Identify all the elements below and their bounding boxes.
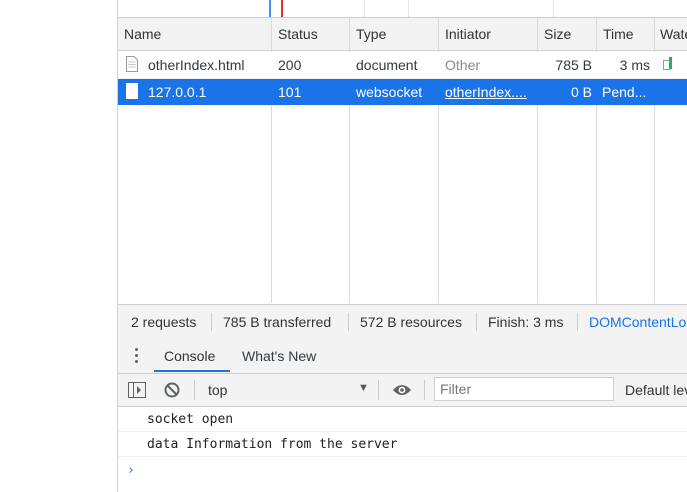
- timeline-overview[interactable]: [118, 0, 687, 18]
- summary-divider: [577, 313, 578, 331]
- summary-transferred: 785 B transferred: [223, 314, 332, 330]
- tab-whats-new[interactable]: What's New: [242, 348, 316, 364]
- summary-divider: [348, 313, 349, 331]
- network-request-table: Name Status Type Initiator Size Time Wat…: [118, 18, 687, 303]
- console-message-text: data Information from the server: [147, 437, 398, 452]
- column-header-status[interactable]: Status: [278, 26, 318, 42]
- console-message-text: socket open: [147, 412, 234, 427]
- dom-content-loaded-marker: [269, 0, 271, 17]
- clear-console-icon[interactable]: [164, 382, 180, 398]
- column-header-initiator[interactable]: Initiator: [445, 26, 491, 42]
- summary-requests: 2 requests: [131, 314, 197, 330]
- column-header-type[interactable]: Type: [356, 26, 386, 42]
- kebab-menu-icon[interactable]: [135, 348, 139, 366]
- summary-finish: Finish: 3 ms: [488, 314, 564, 330]
- toolbar-divider: [194, 380, 195, 400]
- toolbar-divider: [424, 380, 425, 400]
- devtools-panel: Name Status Type Initiator Size Time Wat…: [117, 0, 687, 492]
- drawer-tab-strip: Console What's New: [118, 339, 687, 374]
- console-output: socket open data Information from the se…: [118, 407, 687, 492]
- execution-context-select[interactable]: top: [208, 382, 227, 398]
- request-size: 0 B: [570, 84, 592, 100]
- active-tab-indicator: [154, 370, 230, 372]
- toolbar-divider: [378, 380, 379, 400]
- console-message: socket open: [118, 407, 687, 432]
- summary-resources: 572 B resources: [360, 314, 462, 330]
- request-status: 101: [278, 84, 302, 100]
- column-header-time[interactable]: Time: [603, 26, 634, 42]
- request-initiator: Other: [445, 57, 481, 73]
- tab-console[interactable]: Console: [164, 348, 215, 364]
- request-name: otherIndex.html: [148, 57, 245, 73]
- column-header-size[interactable]: Size: [544, 26, 571, 42]
- log-levels-select[interactable]: Default levels: [625, 382, 687, 398]
- request-type: websocket: [356, 84, 423, 100]
- console-prompt-icon[interactable]: ›: [127, 463, 135, 478]
- table-header: Name Status Type Initiator Size Time Wat…: [118, 18, 687, 51]
- initiator-link[interactable]: otherIndex....: [445, 84, 537, 100]
- column-header-waterfall[interactable]: Waterfall: [660, 26, 687, 42]
- summary-dom-content-loaded: DOMContentLoaded: [589, 314, 687, 330]
- websocket-file-icon: [126, 83, 138, 99]
- summary-divider: [211, 313, 212, 331]
- console-message: data Information from the server: [118, 432, 687, 457]
- sidebar-toggle-icon[interactable]: [128, 382, 146, 398]
- request-size: 785 B: [555, 57, 592, 73]
- load-event-marker: [281, 0, 283, 17]
- eye-icon[interactable]: [392, 383, 412, 397]
- overview-divider: [408, 0, 409, 17]
- table-row[interactable]: otherIndex.html 200 document Other 785 B…: [118, 52, 687, 79]
- request-name: 127.0.0.1: [148, 84, 207, 100]
- table-row-selected[interactable]: 127.0.0.1 101 websocket otherIndex.... 0…: [118, 79, 687, 105]
- request-status: 200: [278, 57, 302, 73]
- dropdown-arrow-icon[interactable]: ▼: [358, 382, 369, 394]
- console-filter-input[interactable]: [434, 377, 614, 401]
- column-header-name[interactable]: Name: [124, 26, 161, 42]
- request-type: document: [356, 57, 418, 73]
- summary-divider: [476, 313, 477, 331]
- network-summary-bar: 2 requests 785 B transferred 572 B resou…: [118, 304, 687, 340]
- waterfall-download-bar: [669, 57, 672, 69]
- document-file-icon: [126, 56, 138, 72]
- request-time: Pend...: [602, 84, 647, 100]
- overview-divider: [364, 0, 365, 17]
- request-time: 3 ms: [619, 57, 650, 73]
- overview-divider: [553, 0, 554, 17]
- console-toolbar: top ▼ Default levels: [118, 374, 687, 407]
